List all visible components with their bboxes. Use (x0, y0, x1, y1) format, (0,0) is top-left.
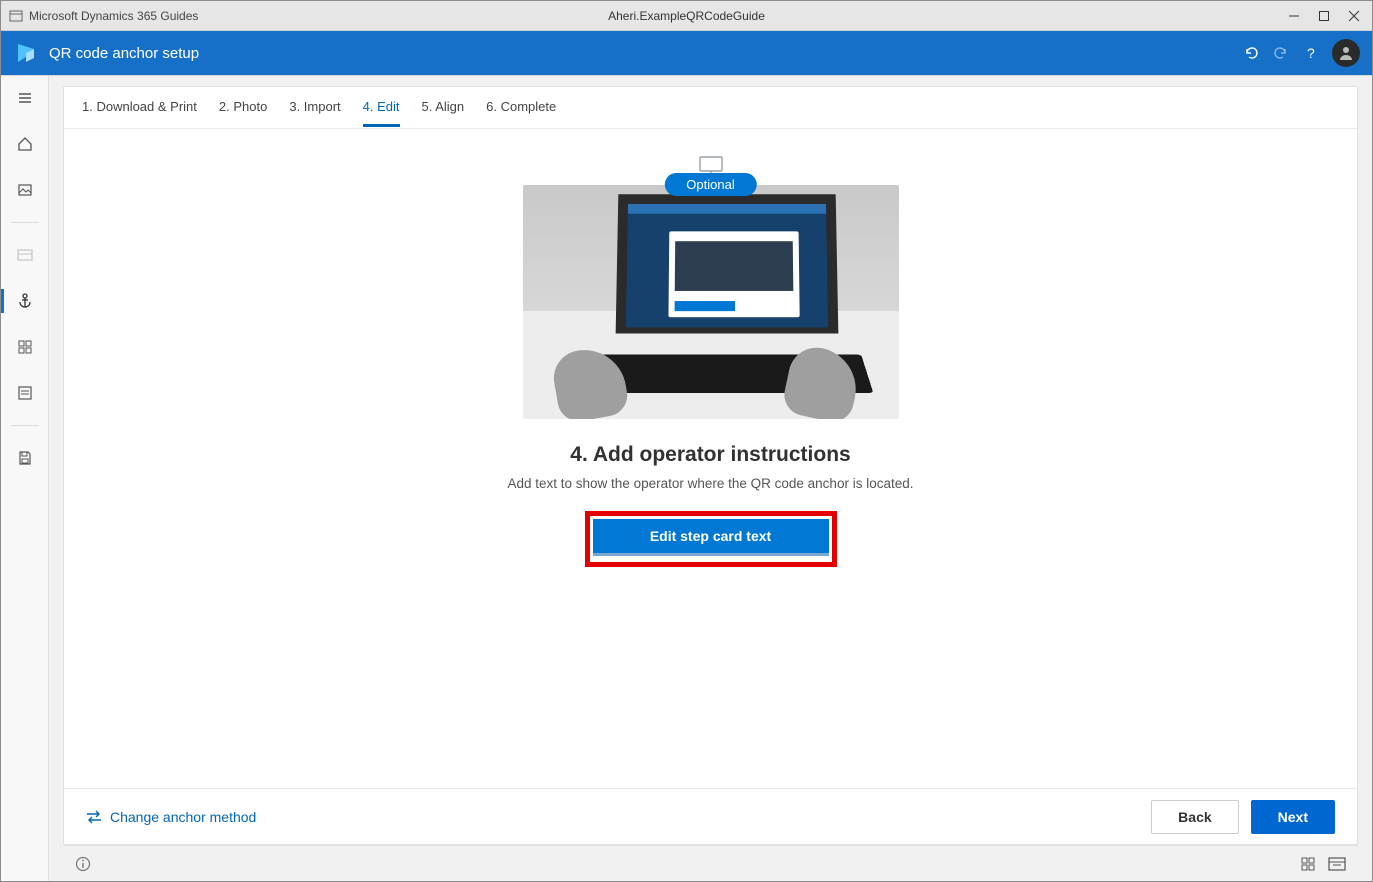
wizard-step-tabs: 1. Download & Print 2. Photo 3. Import 4… (64, 87, 1357, 129)
change-anchor-method-link[interactable]: Change anchor method (86, 809, 256, 825)
edit-step-card-text-button[interactable]: Edit step card text (593, 519, 829, 553)
tab-complete[interactable]: 6. Complete (486, 89, 556, 127)
status-bar (63, 845, 1358, 881)
redo-icon[interactable] (1272, 44, 1290, 62)
undo-icon[interactable] (1242, 44, 1260, 62)
tab-download-print[interactable]: 1. Download & Print (82, 89, 197, 127)
image-icon[interactable] (1, 176, 49, 204)
dynamics-logo-icon (13, 40, 39, 66)
swap-icon (86, 810, 102, 824)
app-header: QR code anchor setup ? (1, 31, 1372, 75)
step-title: 4. Add operator instructions (570, 443, 850, 467)
tab-edit[interactable]: 4. Edit (363, 89, 400, 127)
tab-align[interactable]: 5. Align (422, 89, 465, 127)
help-icon[interactable]: ? (1302, 44, 1320, 62)
minimize-icon[interactable] (1288, 10, 1300, 22)
next-button[interactable]: Next (1251, 800, 1335, 834)
detail-view-icon[interactable] (1328, 856, 1346, 872)
svg-text:?: ? (1307, 45, 1315, 61)
change-anchor-method-label: Change anchor method (110, 809, 256, 825)
grid-icon[interactable] (1, 333, 49, 361)
illustration-wrap: Optional (523, 185, 899, 419)
info-icon[interactable] (75, 856, 91, 872)
window-titlebar: Microsoft Dynamics 365 Guides Aheri.Exam… (1, 1, 1372, 31)
app-name: Microsoft Dynamics 365 Guides (29, 9, 198, 23)
back-button[interactable]: Back (1151, 800, 1238, 834)
step-description: Add text to show the operator where the … (508, 475, 914, 493)
document-name: Aheri.ExampleQRCodeGuide (608, 9, 765, 23)
page-title: QR code anchor setup (49, 45, 199, 62)
close-icon[interactable] (1348, 10, 1360, 22)
tab-photo[interactable]: 2. Photo (219, 89, 267, 127)
app-window-icon (9, 9, 23, 23)
anchor-icon[interactable] (1, 287, 49, 315)
laptop-illustration (523, 185, 899, 419)
maximize-icon[interactable] (1318, 10, 1330, 22)
rail-divider (11, 222, 39, 223)
home-icon[interactable] (1, 130, 49, 158)
form-icon[interactable] (1, 379, 49, 407)
wizard-footer: Change anchor method Back Next (64, 788, 1357, 844)
avatar[interactable] (1332, 39, 1360, 67)
rail-divider (11, 425, 39, 426)
hamburger-icon[interactable] (1, 84, 49, 112)
card-icon[interactable] (1, 241, 49, 269)
optional-badge: Optional (664, 173, 756, 196)
tab-import[interactable]: 3. Import (289, 89, 340, 127)
left-nav-rail (1, 76, 49, 881)
save-icon[interactable] (1, 444, 49, 472)
screenshot-highlight: Edit step card text (585, 511, 837, 567)
grid-view-icon[interactable] (1300, 856, 1316, 872)
